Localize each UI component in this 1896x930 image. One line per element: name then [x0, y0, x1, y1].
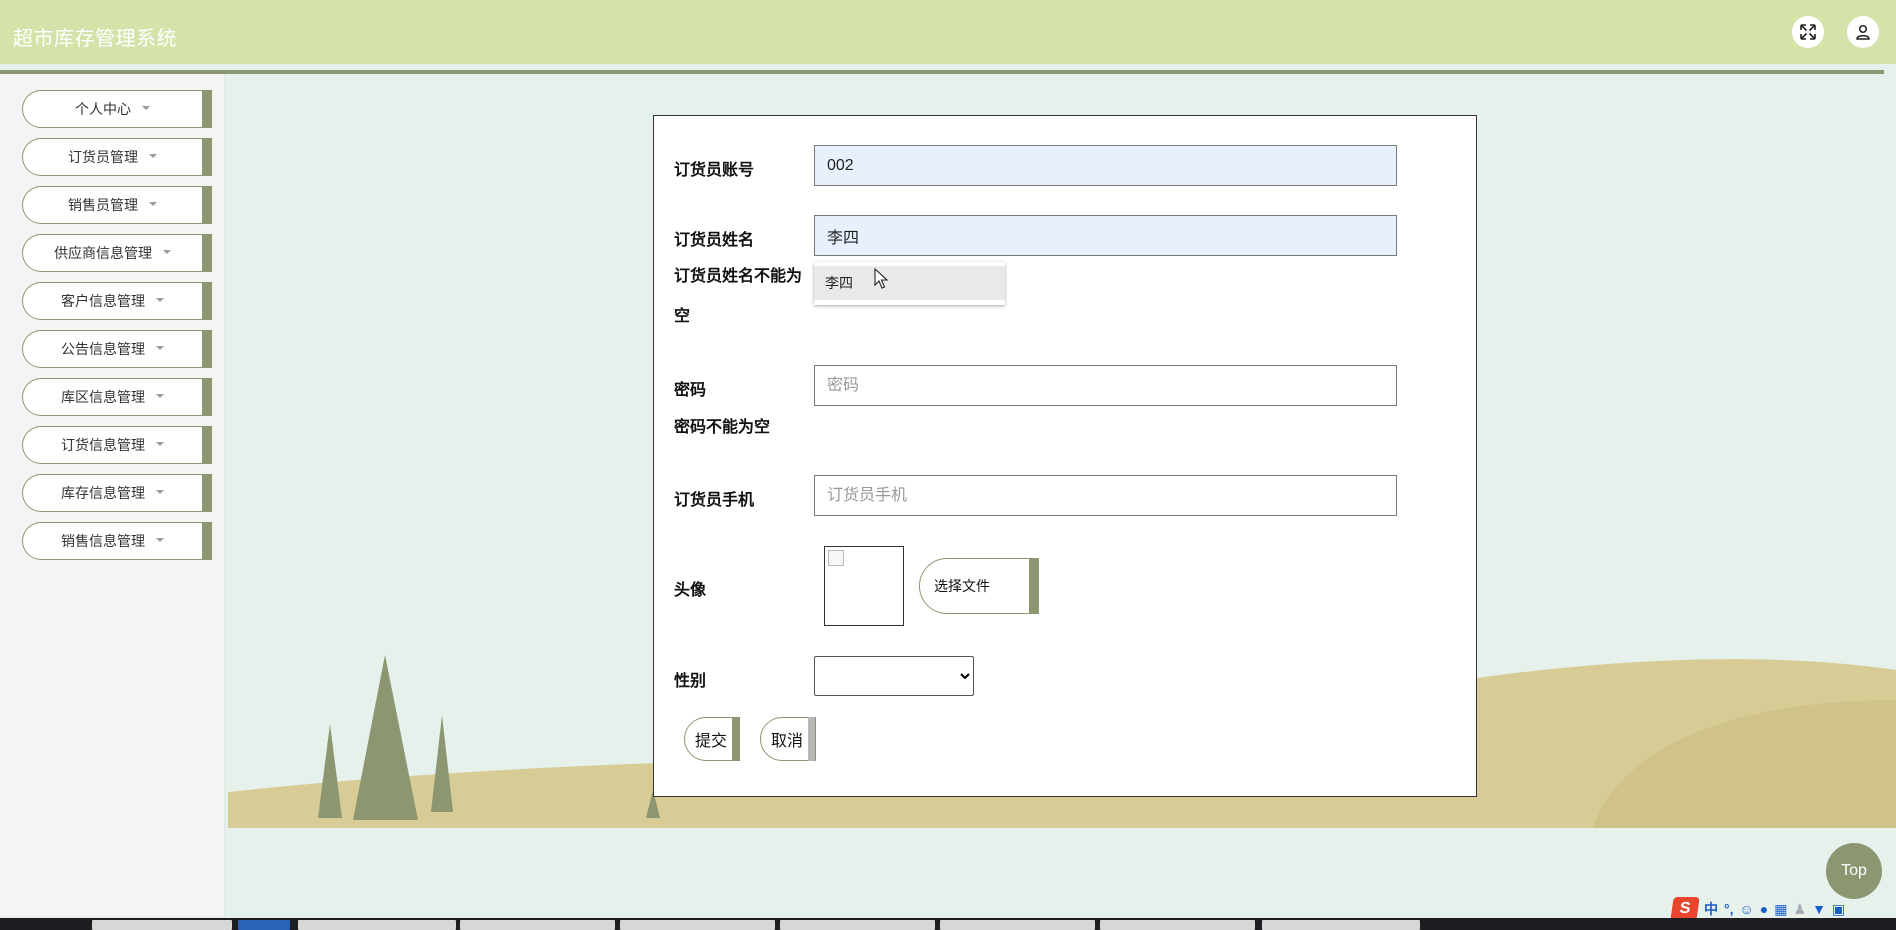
- taskbar-item[interactable]: [238, 920, 290, 930]
- chevron-down-icon: [156, 394, 164, 398]
- sidebar-item-inventory-info[interactable]: 库存信息管理: [22, 474, 212, 512]
- sidebar-item-label: 库区信息管理: [61, 389, 145, 405]
- avatar-preview: [824, 546, 904, 626]
- fullscreen-button[interactable]: [1792, 16, 1824, 48]
- avatar-label: 头像: [674, 582, 707, 599]
- chevron-down-icon: [149, 154, 157, 158]
- password-label: 密码: [674, 382, 707, 399]
- microphone-icon[interactable]: ●: [1760, 901, 1768, 917]
- expand-icon: [1800, 24, 1816, 40]
- account-label: 订货员账号: [674, 162, 755, 179]
- sidebar-item-label: 个人中心: [75, 101, 131, 117]
- chevron-down-icon: [149, 202, 157, 206]
- app-title: 超市库存管理系统: [13, 28, 177, 50]
- sidebar-item-label: 订货信息管理: [61, 437, 145, 453]
- taskbar-item[interactable]: [940, 920, 1095, 930]
- password-error-message: 密码不能为空: [674, 419, 771, 436]
- taskbar-item[interactable]: [1262, 920, 1420, 930]
- top-header: 超市库存管理系统: [0, 0, 1896, 64]
- taskbar-item[interactable]: [620, 920, 775, 930]
- sidebar-item-label: 订货员管理: [68, 149, 138, 165]
- name-error-message: 订货员姓名不能为空: [674, 268, 803, 325]
- sidebar-item-salesperson-management[interactable]: 销售员管理: [22, 186, 212, 224]
- taskbar-item[interactable]: [780, 920, 935, 930]
- account-input[interactable]: [814, 145, 1397, 186]
- ime-language-toggle[interactable]: 中: [1704, 899, 1718, 919]
- sidebar-item-warehouse-zone-info[interactable]: 库区信息管理: [22, 378, 212, 416]
- submit-button[interactable]: 提交: [684, 717, 740, 761]
- chevron-down-icon: [156, 490, 164, 494]
- user-button[interactable]: [1847, 16, 1879, 48]
- password-input[interactable]: [814, 365, 1397, 406]
- gender-select[interactable]: [814, 656, 974, 696]
- sidebar-item-customer-info[interactable]: 客户信息管理: [22, 282, 212, 320]
- sidebar-item-orderer-management[interactable]: 订货员管理: [22, 138, 212, 176]
- chevron-down-icon: [156, 442, 164, 446]
- sidebar-item-label: 库存信息管理: [61, 485, 145, 501]
- sidebar-item-supplier-info[interactable]: 供应商信息管理: [22, 234, 212, 272]
- taskbar: [0, 918, 1896, 930]
- sidebar-item-label: 供应商信息管理: [54, 245, 152, 261]
- taskbar-item[interactable]: [298, 920, 456, 930]
- phone-input[interactable]: [814, 475, 1397, 516]
- chevron-down-icon: [156, 538, 164, 542]
- sidebar-item-label: 销售信息管理: [61, 533, 145, 549]
- sidebar-item-label: 客户信息管理: [61, 293, 145, 309]
- phone-label: 订货员手机: [674, 492, 755, 509]
- mouse-cursor-icon: [874, 268, 888, 289]
- chevron-down-icon: [163, 250, 171, 254]
- user-icon: [1856, 24, 1870, 40]
- taskbar-item[interactable]: [460, 920, 615, 930]
- cancel-button[interactable]: 取消: [760, 717, 816, 761]
- broken-image-icon: [828, 550, 844, 566]
- emoji-icon[interactable]: ☺: [1740, 901, 1754, 917]
- sidebar-item-order-info[interactable]: 订货信息管理: [22, 426, 212, 464]
- ime-punctuation-toggle[interactable]: °,: [1724, 901, 1734, 917]
- sidebar-item-label: 公告信息管理: [61, 341, 145, 357]
- autocomplete-suggestion[interactable]: 李四: [814, 266, 1005, 300]
- taskbar-item[interactable]: [92, 920, 232, 930]
- chevron-down-icon: [142, 106, 150, 110]
- taskbar-item[interactable]: [1100, 920, 1255, 930]
- gender-label: 性别: [674, 673, 707, 690]
- keyboard-icon[interactable]: ▦: [1774, 901, 1787, 918]
- sidebar: 个人中心 订货员管理 销售员管理 供应商信息管理 客户信息管理 公告信息管理 库…: [0, 74, 226, 917]
- orderer-form-panel: 订货员账号 订货员姓名 订货员姓名不能为空 密码 密码不能为空 订货员手机 头像…: [653, 115, 1477, 797]
- choose-file-button[interactable]: 选择文件: [919, 558, 1039, 614]
- chevron-down-icon: [156, 346, 164, 350]
- sidebar-item-sales-info[interactable]: 销售信息管理: [22, 522, 212, 560]
- toolbox-icon[interactable]: ▣: [1832, 901, 1845, 918]
- name-input[interactable]: [814, 215, 1397, 256]
- chevron-down-icon: [156, 298, 164, 302]
- back-to-top-button[interactable]: Top: [1826, 843, 1882, 899]
- name-label: 订货员姓名: [674, 232, 755, 249]
- user-icon[interactable]: ♟: [1794, 901, 1807, 918]
- header-divider: [0, 70, 1884, 74]
- sidebar-item-notice-info[interactable]: 公告信息管理: [22, 330, 212, 368]
- skin-icon[interactable]: ▼: [1812, 901, 1826, 917]
- sidebar-item-personal-center[interactable]: 个人中心: [22, 90, 212, 128]
- autocomplete-dropdown: 李四: [814, 262, 1005, 305]
- sidebar-item-label: 销售员管理: [68, 197, 138, 213]
